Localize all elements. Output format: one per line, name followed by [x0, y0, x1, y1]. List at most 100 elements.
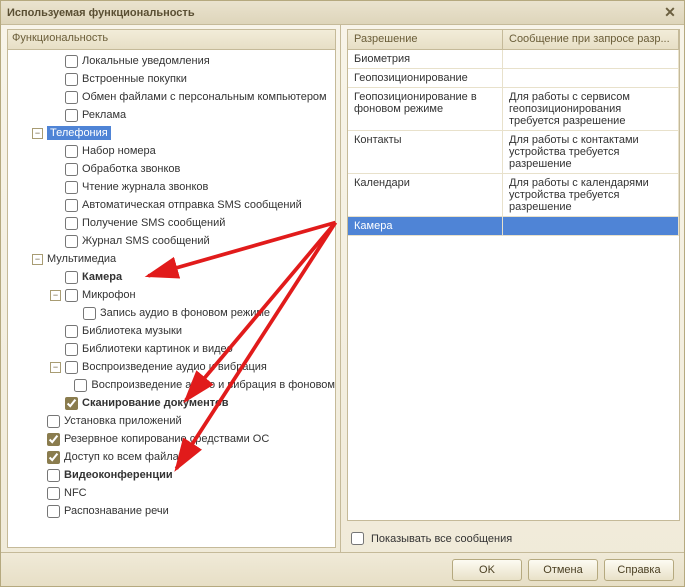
tree-item[interactable]: −Мультимедиа — [8, 250, 335, 268]
tree-item-label: Обработка звонков — [82, 163, 180, 175]
tree-checkbox[interactable] — [47, 451, 60, 464]
tree-item[interactable]: Автоматическая отправка SMS сообщений — [8, 196, 335, 214]
tree-item[interactable]: NFC — [8, 484, 335, 502]
cell-permission: Камера — [348, 217, 503, 235]
cell-message: Для работы с календарями устройства треб… — [503, 174, 679, 216]
dialog-footer: OK Отмена Справка — [1, 552, 684, 586]
show-all-label: Показывать все сообщения — [371, 533, 512, 545]
tree-item-label: Запись аудио в фоновом режиме — [100, 307, 270, 319]
tree-checkbox[interactable] — [65, 343, 78, 356]
tree-item-label: Сканирование документов — [82, 397, 229, 409]
help-button[interactable]: Справка — [604, 559, 674, 581]
table-body[interactable]: БиометрияГеопозиционированиеГеопозициони… — [348, 50, 679, 520]
tree-item-label: Библиотека музыки — [82, 325, 182, 337]
table-row[interactable]: Геопозиционирование — [348, 69, 679, 88]
tree-item-label: Обмен файлами с персональным компьютером — [82, 91, 327, 103]
tree-checkbox[interactable] — [65, 271, 78, 284]
cell-message: Для работы с контактами устройства требу… — [503, 131, 679, 173]
tree-checkbox[interactable] — [74, 379, 87, 392]
table-row[interactable]: КалендариДля работы с календарями устрой… — [348, 174, 679, 217]
tree-checkbox[interactable] — [65, 325, 78, 338]
tree-item-label: Журнал SMS сообщений — [82, 235, 210, 247]
tree-item-label: Камера — [82, 271, 122, 283]
tree-item-label: Реклама — [82, 109, 126, 121]
cell-permission: Контакты — [348, 131, 503, 173]
tree-item[interactable]: − Микрофон — [8, 286, 335, 304]
tree-item[interactable]: Обработка звонков — [8, 160, 335, 178]
tree-item[interactable]: Библиотеки картинок и видео — [8, 340, 335, 358]
tree-item[interactable]: Воспроизведение аудио и вибрация в фонов… — [8, 376, 335, 394]
tree-item[interactable]: Встроенные покупки — [8, 70, 335, 88]
tree-item-label: Микрофон — [82, 289, 136, 301]
tree-item[interactable]: Реклама — [8, 106, 335, 124]
tree-checkbox[interactable] — [65, 55, 78, 68]
tree-item-label: Библиотеки картинок и видео — [82, 343, 233, 355]
column-message[interactable]: Сообщение при запросе разр... — [503, 30, 679, 49]
tree-checkbox[interactable] — [65, 109, 78, 122]
tree-checkbox[interactable] — [65, 199, 78, 212]
dialog-title: Используемая функциональность — [7, 7, 195, 19]
tree-checkbox[interactable] — [47, 415, 60, 428]
tree-item[interactable]: Камера — [8, 268, 335, 286]
tree-item[interactable]: Установка приложений — [8, 412, 335, 430]
tree-checkbox[interactable] — [65, 145, 78, 158]
tree-item[interactable]: Получение SMS сообщений — [8, 214, 335, 232]
tree-checkbox[interactable] — [65, 235, 78, 248]
tree-checkbox[interactable] — [47, 505, 60, 518]
tree-item[interactable]: Набор номера — [8, 142, 335, 160]
permissions-table: Разрешение Сообщение при запросе разр...… — [347, 29, 680, 521]
expander-icon[interactable]: − — [50, 290, 61, 301]
tree-item-label: Резервное копирование средствами ОС — [64, 433, 269, 445]
column-permission[interactable]: Разрешение — [348, 30, 503, 49]
table-row[interactable]: КонтактыДля работы с контактами устройст… — [348, 131, 679, 174]
close-icon[interactable]: ✕ — [662, 5, 678, 21]
titlebar: Используемая функциональность ✕ — [1, 1, 684, 25]
tree-item-label: Воспроизведение аудио и вибрация — [82, 361, 267, 373]
table-row[interactable]: Биометрия — [348, 50, 679, 69]
tree-checkbox[interactable] — [65, 163, 78, 176]
tree-item[interactable]: Видеоконференции — [8, 466, 335, 484]
tree-item[interactable]: Резервное копирование средствами ОС — [8, 430, 335, 448]
tree-checkbox[interactable] — [65, 361, 78, 374]
ok-button[interactable]: OK — [452, 559, 522, 581]
tree-item[interactable]: Библиотека музыки — [8, 322, 335, 340]
tree-checkbox[interactable] — [83, 307, 96, 320]
tree-item[interactable]: Локальные уведомления — [8, 52, 335, 70]
tree-checkbox[interactable] — [65, 91, 78, 104]
tree-checkbox[interactable] — [47, 487, 60, 500]
table-row[interactable]: Камера — [348, 217, 679, 236]
tree-item[interactable]: Доступ ко всем файлам — [8, 448, 335, 466]
cell-permission: Геопозиционирование в фоновом режиме — [348, 88, 503, 130]
functionality-tree[interactable]: Локальные уведомления Встроенные покупки О… — [7, 49, 336, 548]
tree-checkbox[interactable] — [65, 73, 78, 86]
tree-item-label: Локальные уведомления — [82, 55, 210, 67]
tree-item[interactable]: Чтение журнала звонков — [8, 178, 335, 196]
tree-checkbox[interactable] — [47, 469, 60, 482]
expander-icon[interactable]: − — [32, 128, 43, 139]
table-row[interactable]: Геопозиционирование в фоновом режимеДля … — [348, 88, 679, 131]
tree-item[interactable]: Журнал SMS сообщений — [8, 232, 335, 250]
tree-item[interactable]: −Телефония — [8, 124, 335, 142]
tree-checkbox[interactable] — [65, 397, 78, 410]
cancel-button[interactable]: Отмена — [528, 559, 598, 581]
tree-item[interactable]: Сканирование документов — [8, 394, 335, 412]
tree-item[interactable]: − Воспроизведение аудио и вибрация — [8, 358, 335, 376]
tree-checkbox[interactable] — [65, 289, 78, 302]
content-area: Функциональность Локальные уведомленияВс… — [1, 25, 684, 552]
tree-checkbox[interactable] — [47, 433, 60, 446]
expander-icon[interactable]: − — [32, 254, 43, 265]
tree-item-label: Набор номера — [82, 145, 156, 157]
expander-icon[interactable]: − — [50, 362, 61, 373]
show-all-messages[interactable]: Показывать все сообщения — [347, 529, 680, 548]
tree-item-label: NFC — [64, 487, 87, 499]
show-all-checkbox[interactable] — [351, 532, 364, 545]
tree-item[interactable]: Распознавание речи — [8, 502, 335, 520]
tree-checkbox[interactable] — [65, 217, 78, 230]
tree-checkbox[interactable] — [65, 181, 78, 194]
tree-item[interactable]: Запись аудио в фоновом режиме — [8, 304, 335, 322]
cell-message — [503, 217, 679, 235]
tree-item-label: Установка приложений — [64, 415, 182, 427]
tree-item[interactable]: Обмен файлами с персональным компьютером — [8, 88, 335, 106]
cell-permission: Геопозиционирование — [348, 69, 503, 87]
cell-message — [503, 69, 679, 87]
